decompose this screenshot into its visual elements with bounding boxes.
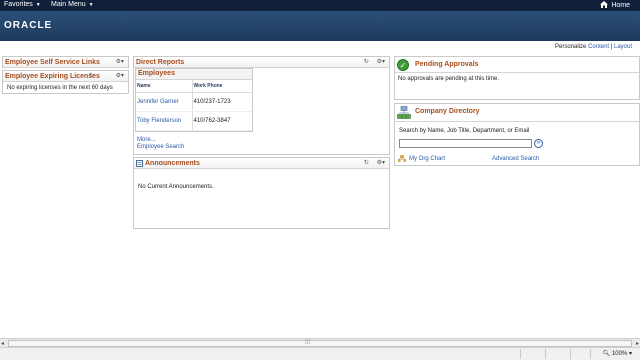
gear-icon[interactable]: ⚙▾ [377,160,385,166]
pagelet-header: Employee Self Service Links ⚙▾ [3,57,128,68]
personalize-layout-link[interactable]: Layout [614,44,632,50]
status-divider [545,349,546,359]
chevron-down-icon: ▼ [35,2,41,8]
pagelet-title: Company Directory [415,108,480,115]
status-divider [520,349,521,359]
expiring-message: No expiring licenses in the next 60 days [7,85,113,91]
pagelet-title: Employee Self Service Links [5,59,100,66]
zoom-level: 100% [611,351,628,357]
employee-name-link[interactable]: Jennifer Garner [136,92,193,112]
pagelet-header: Announcements ↻ ⚙▾ [134,158,389,169]
announcements-message: No Current Announcements. [138,184,214,190]
pagelet-controls: ↻ ⚙▾ [358,58,385,65]
pagelet-header: Employee Expiring Licenses ↻ ⚙▾ [3,71,128,82]
more-link[interactable]: More... [137,137,156,143]
my-org-chart-link[interactable]: My Org Chart [409,156,445,162]
pagelet-header: Direct Reports ↻ ⚙▾ [134,57,389,68]
checkmark-icon: ✓ [397,59,409,71]
pagelet-controls: ↻ ⚙▾ [358,159,385,166]
pagelet-title: Announcements [145,160,200,167]
employee-phone: 410/237-1723 [192,92,252,112]
pagelet-title: Employee Expiring Licenses [5,73,100,80]
status-divider [590,349,591,359]
brand-bar: ORACLE [0,11,640,41]
scroll-right-icon[interactable]: ▸ [636,340,639,347]
employees-table-title: Employees [136,69,252,80]
zoom-icon: 🔍︎ [602,351,611,357]
refresh-icon[interactable]: ↻ [364,59,369,65]
search-go-button[interactable]: » [534,139,543,148]
chevron-down-icon: ▾ [628,351,632,357]
divider [395,72,639,73]
favorites-menu[interactable]: Favorites ▼ [4,1,41,8]
announcements-pagelet: Announcements ↻ ⚙▾ No Current Announceme… [133,157,390,229]
pagelet-title: Direct Reports [136,59,185,66]
home-label: Home [611,2,630,9]
personalize-label: Personalize [555,44,587,50]
gear-icon[interactable]: ⚙▾ [116,59,124,65]
table-row: Toby Flenderson 410/762-3847 [136,111,252,131]
directory-icon [397,106,411,119]
document-icon [136,160,143,167]
gear-icon[interactable]: ⚙▾ [116,73,124,79]
pagelet-title: Pending Approvals [415,61,479,68]
main-menu[interactable]: Main Menu ▼ [51,1,94,8]
scroll-left-icon[interactable]: ◂ [1,340,4,347]
org-chart-icon [398,155,406,162]
oracle-logo: ORACLE [4,20,53,31]
zoom-control[interactable]: 🔍︎ 100% ▾ [603,350,632,357]
employees-grid: Name Work Phone Jennifer Garner 410/237-… [136,80,252,131]
employee-phone: 410/762-3847 [192,111,252,131]
gear-icon[interactable]: ⚙▾ [377,59,385,65]
employee-name-link[interactable]: Toby Flenderson [136,111,193,131]
pending-message: No approvals are pending at this time. [398,76,500,82]
scrollbar-thumb[interactable]: ⁞⁞⁞ [8,340,632,347]
refresh-icon[interactable]: ↻ [89,72,94,79]
advanced-search-link[interactable]: Advanced Search [492,156,539,162]
pagelet-controls: ↻ ⚙▾ [89,72,124,79]
employee-search-link[interactable]: Employee Search [137,144,184,150]
pagelet-controls: ⚙▾ [110,58,124,65]
status-divider [570,349,571,359]
table-header-row: Name Work Phone [136,80,252,93]
personalize-links: Personalize Content | Layout [555,44,632,50]
chevron-down-icon: ▼ [88,2,94,8]
home-icon [600,1,609,8]
table-row: Jennifer Garner 410/237-1723 [136,92,252,112]
directory-search-label: Search by Name, Job Title, Department, o… [399,128,530,134]
column-header-work-phone: Work Phone [192,80,252,93]
top-nav-bar: Favorites ▼ Main Menu ▼ Home [0,0,640,11]
employees-table: Employees Name Work Phone Jennifer Garne… [135,68,253,132]
separator: | [610,44,613,50]
ess-links-pagelet: Employee Self Service Links ⚙▾ [2,56,129,68]
horizontal-scrollbar[interactable]: ◂ ⁞⁞⁞ ▸ [0,339,640,348]
favorites-label: Favorites [4,1,33,8]
column-header-name: Name [136,80,193,93]
divider [395,121,639,122]
main-menu-label: Main Menu [51,1,86,8]
personalize-content-link[interactable]: Content [588,44,609,50]
pending-approvals-pagelet: ✓ Pending Approvals No approvals are pen… [394,56,640,100]
home-link[interactable]: Home [600,1,630,9]
scrollbar-grip-icon: ⁞⁞⁞ [305,340,311,346]
directory-search-input[interactable] [399,139,532,148]
expiring-licenses-pagelet: Employee Expiring Licenses ↻ ⚙▾ No expir… [2,70,129,94]
refresh-icon[interactable]: ↻ [364,160,369,166]
